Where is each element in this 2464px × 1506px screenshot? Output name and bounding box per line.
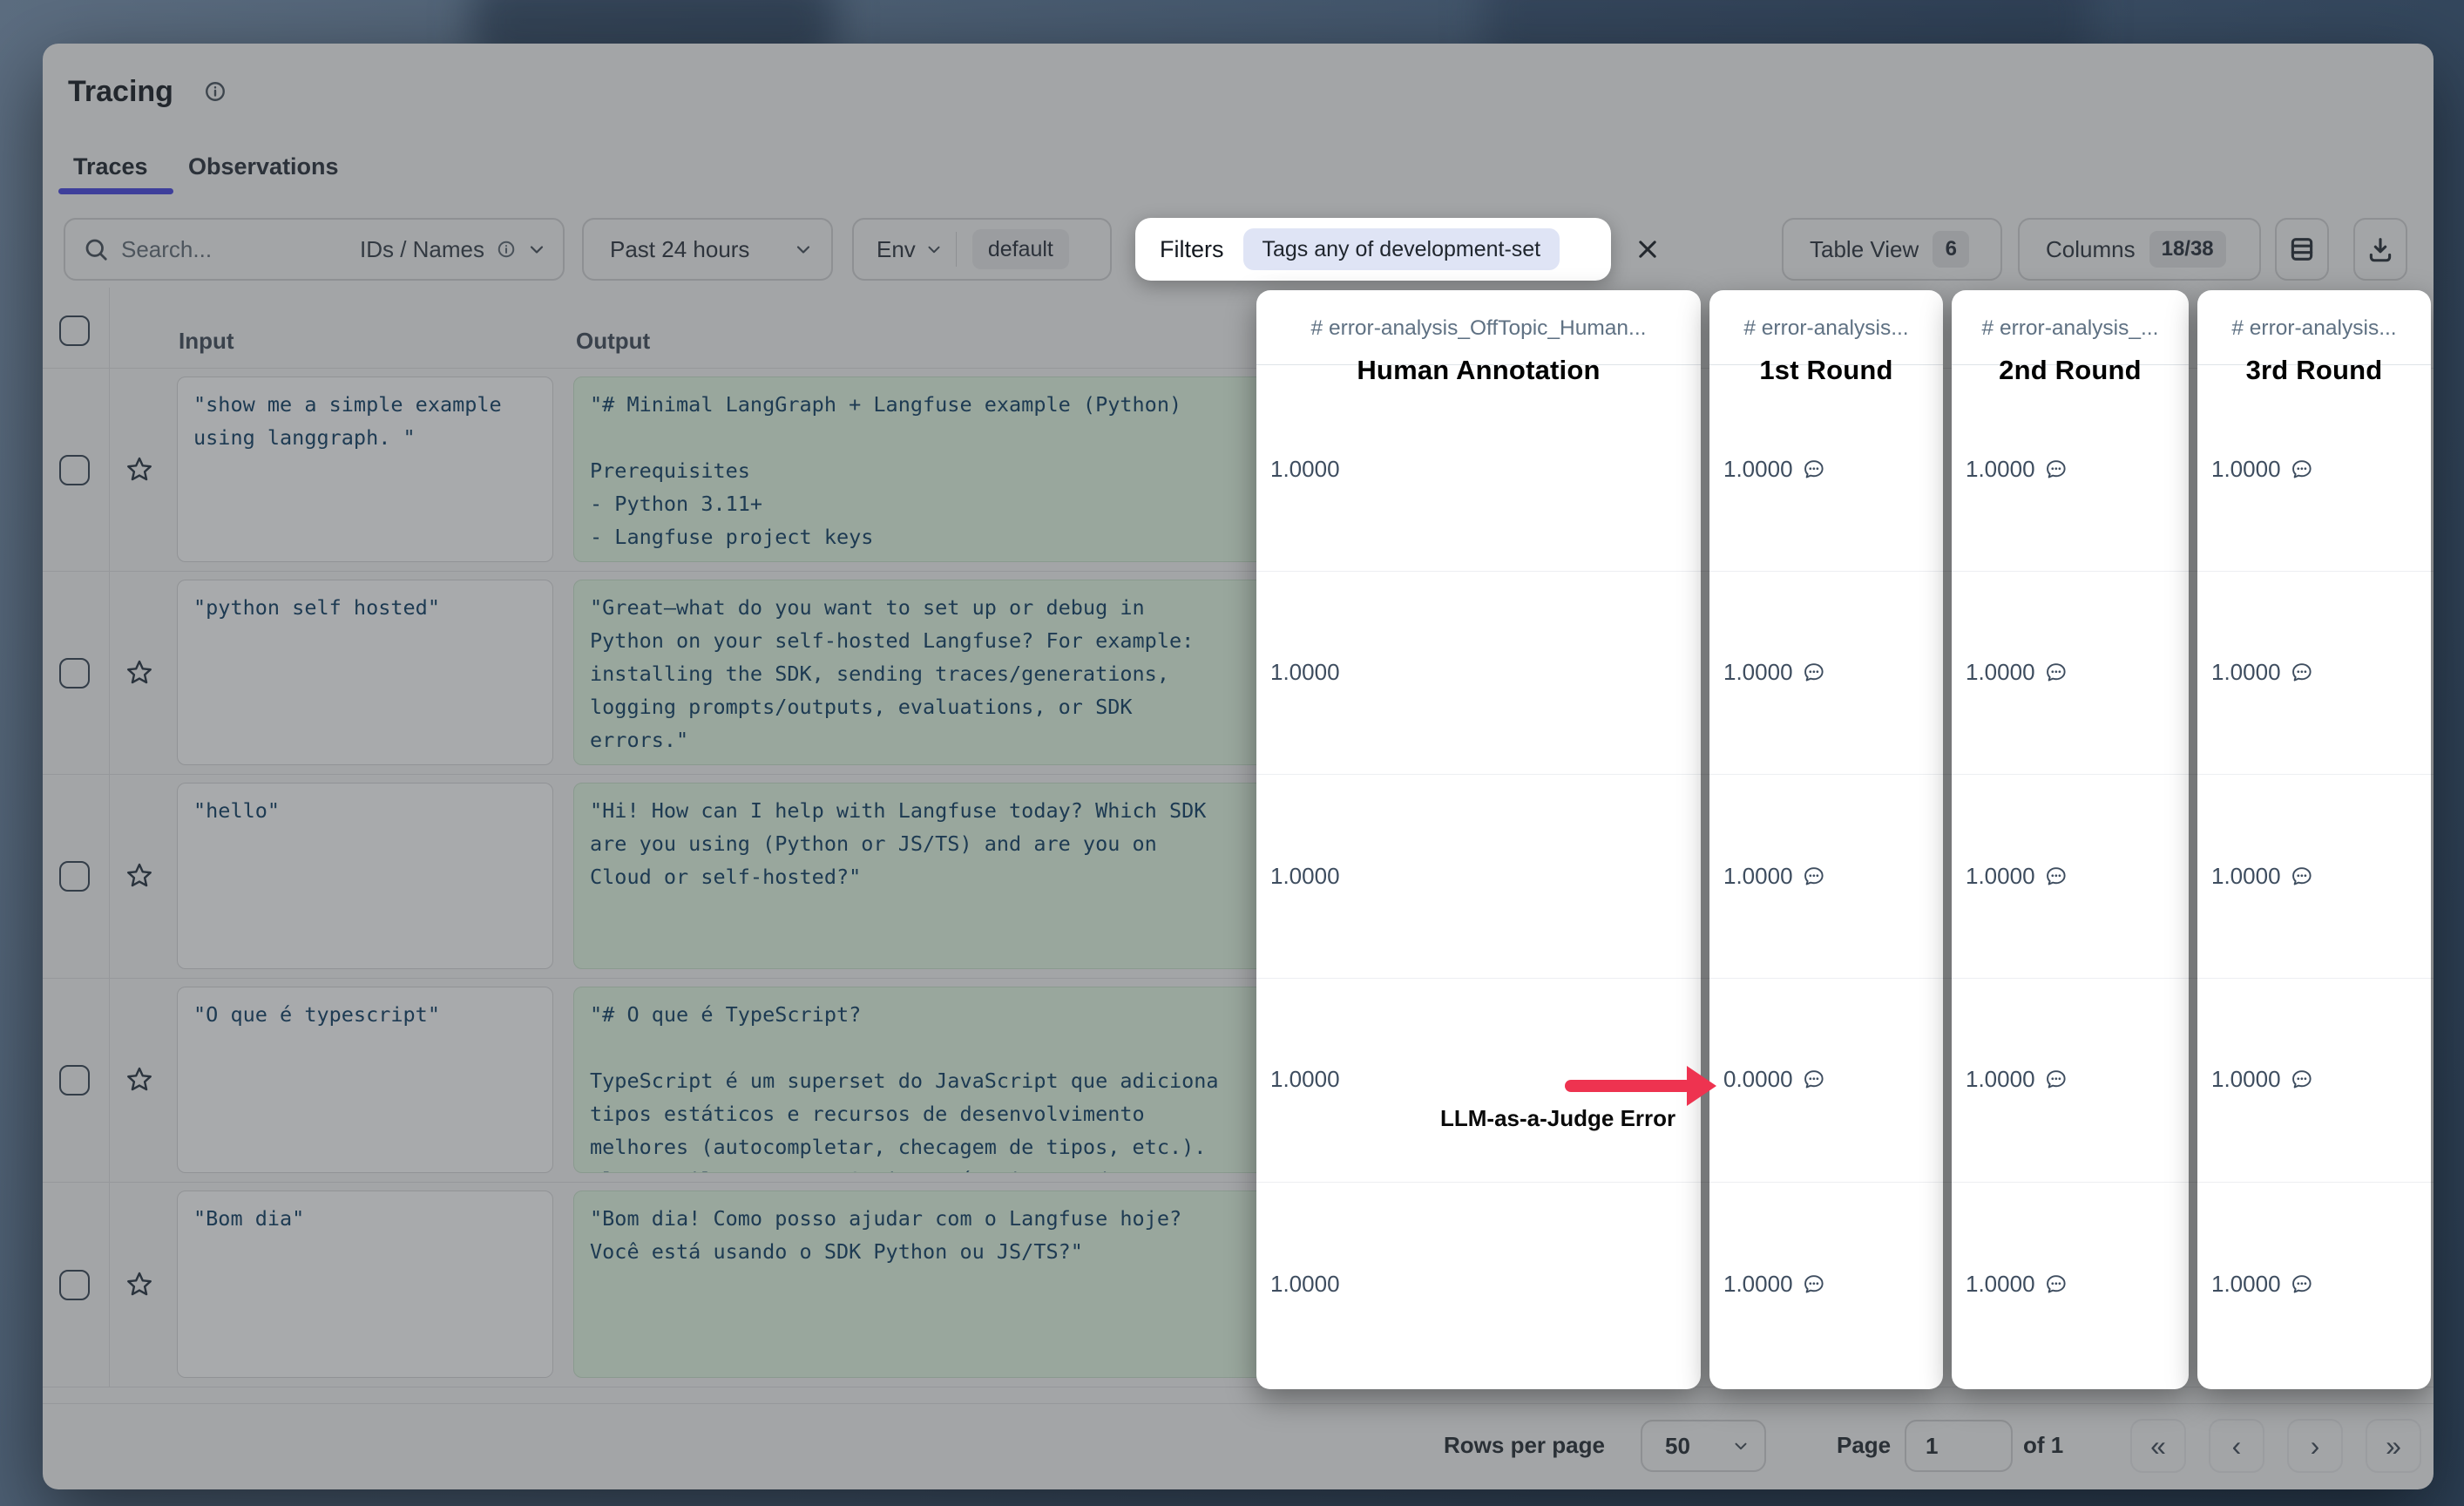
score-value[interactable]: 1.0000: [1270, 855, 1340, 897]
score-value[interactable]: 1.0000: [1270, 448, 1340, 490]
comment-icon[interactable]: [2290, 458, 2313, 481]
score-value[interactable]: 1.0000: [1270, 1058, 1340, 1100]
divider: [1952, 774, 2189, 775]
score-number: 1.0000: [1270, 863, 1340, 890]
score-value[interactable]: 1.0000: [1723, 651, 1825, 693]
comment-icon[interactable]: [2044, 661, 2068, 684]
divider: [1709, 774, 1943, 775]
score-number: 1.0000: [2211, 456, 2281, 483]
next-page-button[interactable]: ›: [2287, 1419, 2343, 1473]
score-value[interactable]: 1.0000: [1723, 855, 1825, 897]
callout-label: LLM-as-a-Judge Error: [1440, 1105, 1675, 1132]
score-value[interactable]: 1.0000: [2211, 651, 2313, 693]
score-column-annotation: 1st Round: [1709, 355, 1943, 386]
page-total-label: of 1: [2023, 1432, 2063, 1459]
tracing-window: Tracing Traces Observations Search... ID…: [43, 44, 2434, 1489]
score-number: 1.0000: [1723, 863, 1793, 890]
score-column-card: # error-analysis_... 2nd Round 1.0000 1.000…: [1952, 290, 2189, 1389]
divider: [1952, 571, 2189, 572]
score-column-card: # error-analysis... 3rd Round 1.0000 1.0000…: [2197, 290, 2431, 1389]
comment-icon[interactable]: [2044, 458, 2068, 481]
comment-icon[interactable]: [2290, 661, 2313, 684]
score-number: 1.0000: [1270, 1066, 1340, 1093]
page-label: Page: [1837, 1432, 1891, 1459]
divider: [2197, 1182, 2431, 1183]
divider: [1256, 571, 1701, 572]
score-columns-overlay: # error-analysis_OffTopic_Human... Human …: [43, 44, 2434, 1403]
comment-icon[interactable]: [2044, 1068, 2068, 1091]
score-value[interactable]: 1.0000: [1723, 1263, 1825, 1305]
score-number: 1.0000: [1966, 1271, 2035, 1298]
score-value[interactable]: 1.0000: [1270, 651, 1340, 693]
page-number-input[interactable]: 1: [1905, 1420, 2013, 1472]
score-column-card: # error-analysis... 1st Round 1.0000 1.0000…: [1709, 290, 1943, 1389]
score-number: 1.0000: [1270, 659, 1340, 686]
score-number: 0.0000: [1723, 1066, 1793, 1093]
first-page-button[interactable]: «: [2130, 1419, 2186, 1473]
score-value[interactable]: 1.0000: [1966, 855, 2068, 897]
score-value[interactable]: 1.0000: [2211, 855, 2313, 897]
divider: [1952, 978, 2189, 979]
rows-per-page-value: 50: [1665, 1433, 1690, 1460]
comment-icon[interactable]: [1802, 1068, 1825, 1091]
score-number: 1.0000: [1723, 456, 1793, 483]
divider: [43, 1403, 2434, 1404]
comment-icon[interactable]: [2044, 865, 2068, 888]
score-value[interactable]: 1.0000: [2211, 1058, 2313, 1100]
score-column-header[interactable]: # error-analysis_OffTopic_Human...: [1256, 316, 1701, 341]
score-value[interactable]: 1.0000: [1966, 651, 2068, 693]
comment-icon[interactable]: [2290, 1272, 2313, 1296]
score-column-header[interactable]: # error-analysis_...: [1952, 316, 2189, 341]
divider: [1256, 1182, 1701, 1183]
divider: [1709, 1182, 1943, 1183]
score-number: 1.0000: [1723, 659, 1793, 686]
prev-page-button[interactable]: ‹: [2209, 1419, 2264, 1473]
score-column-header[interactable]: # error-analysis...: [2197, 316, 2431, 341]
comment-icon[interactable]: [2044, 1272, 2068, 1296]
score-column-annotation: 3rd Round: [2197, 355, 2431, 386]
score-value[interactable]: 1.0000: [2211, 1263, 2313, 1305]
chevron-down-icon: [1731, 1436, 1750, 1455]
comment-icon[interactable]: [1802, 458, 1825, 481]
score-value[interactable]: 1.0000: [1723, 448, 1825, 490]
score-number: 1.0000: [1966, 659, 2035, 686]
score-value[interactable]: 1.0000: [1270, 1263, 1340, 1305]
divider: [1709, 978, 1943, 979]
score-column-annotation: Human Annotation: [1256, 355, 1701, 386]
rows-per-page-select[interactable]: 50: [1641, 1420, 1766, 1472]
rows-per-page-label: Rows per page: [1444, 1432, 1605, 1459]
score-number: 1.0000: [1966, 1066, 2035, 1093]
comment-icon[interactable]: [2290, 865, 2313, 888]
score-number: 1.0000: [1270, 456, 1340, 483]
score-number: 1.0000: [2211, 863, 2281, 890]
score-value[interactable]: 1.0000: [1966, 1263, 2068, 1305]
score-number: 1.0000: [1966, 456, 2035, 483]
divider: [1256, 774, 1701, 775]
divider: [1709, 571, 1943, 572]
score-number: 1.0000: [2211, 659, 2281, 686]
score-number: 1.0000: [1966, 863, 2035, 890]
comment-icon[interactable]: [1802, 865, 1825, 888]
score-column-annotation: 2nd Round: [1952, 355, 2189, 386]
divider: [2197, 774, 2431, 775]
divider: [1952, 1182, 2189, 1183]
score-column-card: # error-analysis_OffTopic_Human... Human …: [1256, 290, 1701, 1389]
divider: [2197, 978, 2431, 979]
last-page-button[interactable]: »: [2366, 1419, 2421, 1473]
comment-icon[interactable]: [1802, 1272, 1825, 1296]
divider: [2197, 571, 2431, 572]
page-number-value: 1: [1926, 1433, 1938, 1460]
comment-icon[interactable]: [2290, 1068, 2313, 1091]
score-number: 1.0000: [1723, 1271, 1793, 1298]
score-value[interactable]: 0.0000: [1723, 1058, 1825, 1100]
score-number: 1.0000: [2211, 1066, 2281, 1093]
score-column-header[interactable]: # error-analysis...: [1709, 316, 1943, 341]
score-value[interactable]: 1.0000: [1966, 1058, 2068, 1100]
score-number: 1.0000: [2211, 1271, 2281, 1298]
comment-icon[interactable]: [1802, 661, 1825, 684]
score-number: 1.0000: [1270, 1271, 1340, 1298]
score-value[interactable]: 1.0000: [2211, 448, 2313, 490]
score-value[interactable]: 1.0000: [1966, 448, 2068, 490]
divider: [1256, 978, 1701, 979]
